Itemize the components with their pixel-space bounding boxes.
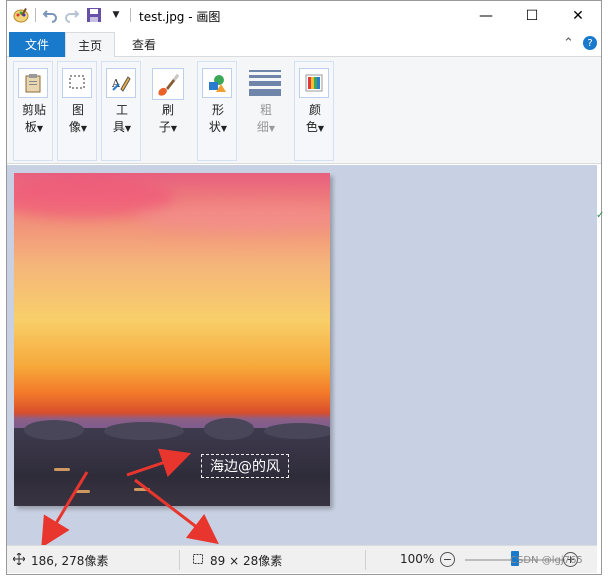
paint-app-icon: [13, 7, 29, 23]
colors-icon: [299, 68, 329, 98]
undo-icon[interactable]: [42, 7, 58, 23]
title-bar: ▼ test.jpg - 画图 — ☐ ✕: [7, 1, 601, 32]
group-brushes[interactable]: 刷 子▼: [147, 61, 187, 161]
group-colors-label-2: 色: [305, 120, 318, 134]
group-shapes-label-2: 状: [208, 120, 221, 134]
group-shapes-label-1: 形: [211, 103, 224, 117]
group-size-label-1: 粗: [259, 103, 272, 117]
ribbon: 剪贴 板▼ 图 像▼ A 工 具▼ 刷 子▼ 形 状▼ 粗 细▼ 颜 色▼: [7, 57, 601, 164]
close-button[interactable]: ✕: [555, 1, 601, 31]
clipboard-icon: [18, 68, 48, 98]
maximize-button[interactable]: ☐: [509, 1, 555, 31]
canvas-image[interactable]: 海边@的风: [14, 173, 330, 506]
group-shapes[interactable]: 形 状▼: [197, 61, 237, 161]
paint-window: ▼ test.jpg - 画图 — ☐ ✕ 文件 主页 查看 ⌃ ? 剪贴 板▼: [6, 0, 602, 575]
qat-separator: [35, 8, 36, 22]
shapes-icon: [202, 68, 232, 98]
cursor-position-icon: [12, 552, 26, 568]
select-icon: [62, 68, 92, 98]
minimize-button[interactable]: —: [463, 1, 509, 31]
background-window-edge-right: ✓: [596, 210, 605, 221]
qat-separator: [130, 8, 131, 22]
group-brushes-label-2: 子: [158, 120, 171, 134]
zoom-out-button[interactable]: −: [440, 552, 455, 567]
status-bar: 186, 278像素 89 × 28像素 100% − + CSDN @lgj7…: [7, 545, 597, 573]
group-image-label-2: 像: [68, 120, 81, 134]
group-colors[interactable]: 颜 色▼: [294, 61, 334, 161]
redo-icon[interactable]: [64, 7, 80, 23]
group-image-label-1: 图: [71, 103, 84, 117]
group-image[interactable]: 图 像▼: [57, 61, 97, 161]
zoom-level: 100%: [400, 552, 435, 566]
group-brushes-label-1: 刷: [161, 103, 174, 117]
group-size[interactable]: 粗 细▼: [243, 61, 287, 161]
group-size-label-2: 细: [256, 120, 269, 134]
status-divider: [365, 550, 366, 570]
help-icon[interactable]: ?: [583, 36, 597, 50]
cursor-position: 186, 278像素: [31, 554, 109, 568]
window-title: test.jpg - 画图: [139, 10, 221, 24]
quick-access-toolbar: ▼: [13, 7, 131, 23]
group-clipboard[interactable]: 剪贴 板▼: [13, 61, 53, 161]
group-tools-label-1: 工: [115, 103, 128, 117]
status-divider: [179, 550, 180, 570]
canvas-workspace[interactable]: 海边@的风: [7, 165, 597, 545]
tab-home[interactable]: 主页: [65, 32, 115, 58]
watermark: CSDN @lgj765: [510, 555, 583, 566]
chevron-down-icon: ▼: [220, 124, 228, 133]
chevron-down-icon: ▼: [268, 124, 276, 133]
save-icon[interactable]: [86, 7, 102, 23]
group-tools[interactable]: A 工 具▼: [101, 61, 141, 161]
group-clipboard-label-1: 剪贴: [21, 103, 46, 117]
chevron-down-icon: ▼: [80, 124, 88, 133]
group-tools-label-2: 具: [112, 120, 125, 134]
chevron-down-icon: ▼: [317, 124, 325, 133]
ribbon-tabs: 文件 主页 查看 ⌃ ?: [7, 32, 601, 58]
brush-icon: [152, 68, 184, 100]
tab-file[interactable]: 文件: [9, 32, 65, 57]
customize-qat-icon[interactable]: ▼: [108, 7, 124, 23]
text-selection-box[interactable]: 海边@的风: [201, 454, 289, 478]
group-clipboard-label-2: 板: [24, 120, 37, 134]
chevron-down-icon: ▼: [124, 124, 132, 133]
tools-icon: A: [106, 68, 136, 98]
line-width-icon: [248, 68, 282, 98]
collapse-ribbon-icon[interactable]: ⌃: [563, 36, 574, 51]
group-colors-label-1: 颜: [308, 103, 321, 117]
chevron-down-icon: ▼: [170, 124, 178, 133]
chevron-down-icon: ▼: [36, 124, 44, 133]
tab-view[interactable]: 查看: [119, 32, 169, 57]
selection-size: 89 × 28像素: [210, 554, 283, 568]
selection-size-icon: [192, 553, 204, 568]
